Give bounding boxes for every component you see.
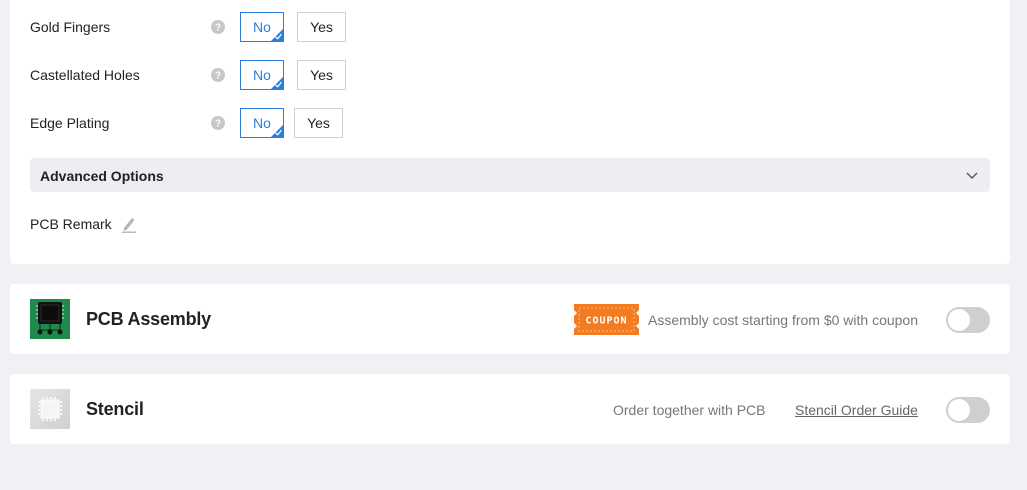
pencil-icon[interactable] xyxy=(121,215,137,233)
gold-fingers-yes-button[interactable]: Yes xyxy=(297,12,346,42)
switch-knob xyxy=(948,399,970,421)
stencil-order-guide-link[interactable]: Stencil Order Guide xyxy=(795,402,918,418)
coupon-badge: COUPON xyxy=(574,304,639,335)
check-icon xyxy=(275,33,282,40)
no-label: No xyxy=(253,115,271,131)
castellated-holes-no-button[interactable]: No xyxy=(240,60,284,90)
stencil-switch[interactable] xyxy=(946,397,990,423)
castellated-holes-yes-button[interactable]: Yes xyxy=(297,60,346,90)
edge-plating-yes-button[interactable]: Yes xyxy=(294,108,343,138)
pcb-remark: PCB Remark xyxy=(30,214,170,234)
gold-fingers-row: Gold Fingers ? No Yes xyxy=(30,12,370,42)
svg-text:?: ? xyxy=(215,23,221,34)
edge-plating-no-button[interactable]: No xyxy=(240,108,284,138)
castellated-holes-row: Castellated Holes ? No Yes xyxy=(30,60,370,90)
help-icon[interactable]: ? xyxy=(211,68,225,82)
svg-text:?: ? xyxy=(215,71,221,82)
coupon-text: COUPON xyxy=(585,316,627,327)
yes-label: Yes xyxy=(307,115,330,131)
yes-label: Yes xyxy=(310,19,333,35)
switch-knob xyxy=(948,309,970,331)
pcb-assembly-switch[interactable] xyxy=(946,307,990,333)
pcb-assembly-title: PCB Assembly xyxy=(86,309,211,329)
stencil-icon xyxy=(30,389,70,429)
help-icon[interactable]: ? xyxy=(211,20,225,34)
stencil-title: Stencil xyxy=(86,399,144,419)
check-icon xyxy=(275,81,282,88)
no-label: No xyxy=(253,19,271,35)
svg-text:?: ? xyxy=(215,119,221,130)
no-label: No xyxy=(253,67,271,83)
check-icon xyxy=(275,129,282,136)
edge-plating-label: Edge Plating xyxy=(30,115,110,131)
gold-fingers-no-button[interactable]: No xyxy=(240,12,284,42)
yes-label: Yes xyxy=(310,67,333,83)
stencil-description: Order together with PCB xyxy=(613,402,766,418)
pcb-options-card: Gold Fingers ? No Yes Castellated Holes … xyxy=(10,0,1010,264)
gold-fingers-label: Gold Fingers xyxy=(30,19,111,35)
pcb-assembly-icon xyxy=(30,299,70,339)
castellated-holes-label: Castellated Holes xyxy=(30,67,140,83)
chevron-down-icon xyxy=(966,172,978,179)
edge-plating-row: Edge Plating ? No Yes xyxy=(30,108,370,138)
assembly-description: Assembly cost starting from $0 with coup… xyxy=(648,312,919,328)
pcb-assembly-card: PCB Assembly COUPON Assembly cost starti… xyxy=(10,284,1010,354)
advanced-options-toggle[interactable]: Advanced Options xyxy=(30,158,990,192)
advanced-options-label: Advanced Options xyxy=(40,168,164,184)
stencil-card: Stencil Order together with PCB Stencil … xyxy=(10,374,1010,444)
pcb-remark-label: PCB Remark xyxy=(30,216,112,232)
help-icon[interactable]: ? xyxy=(211,116,225,130)
